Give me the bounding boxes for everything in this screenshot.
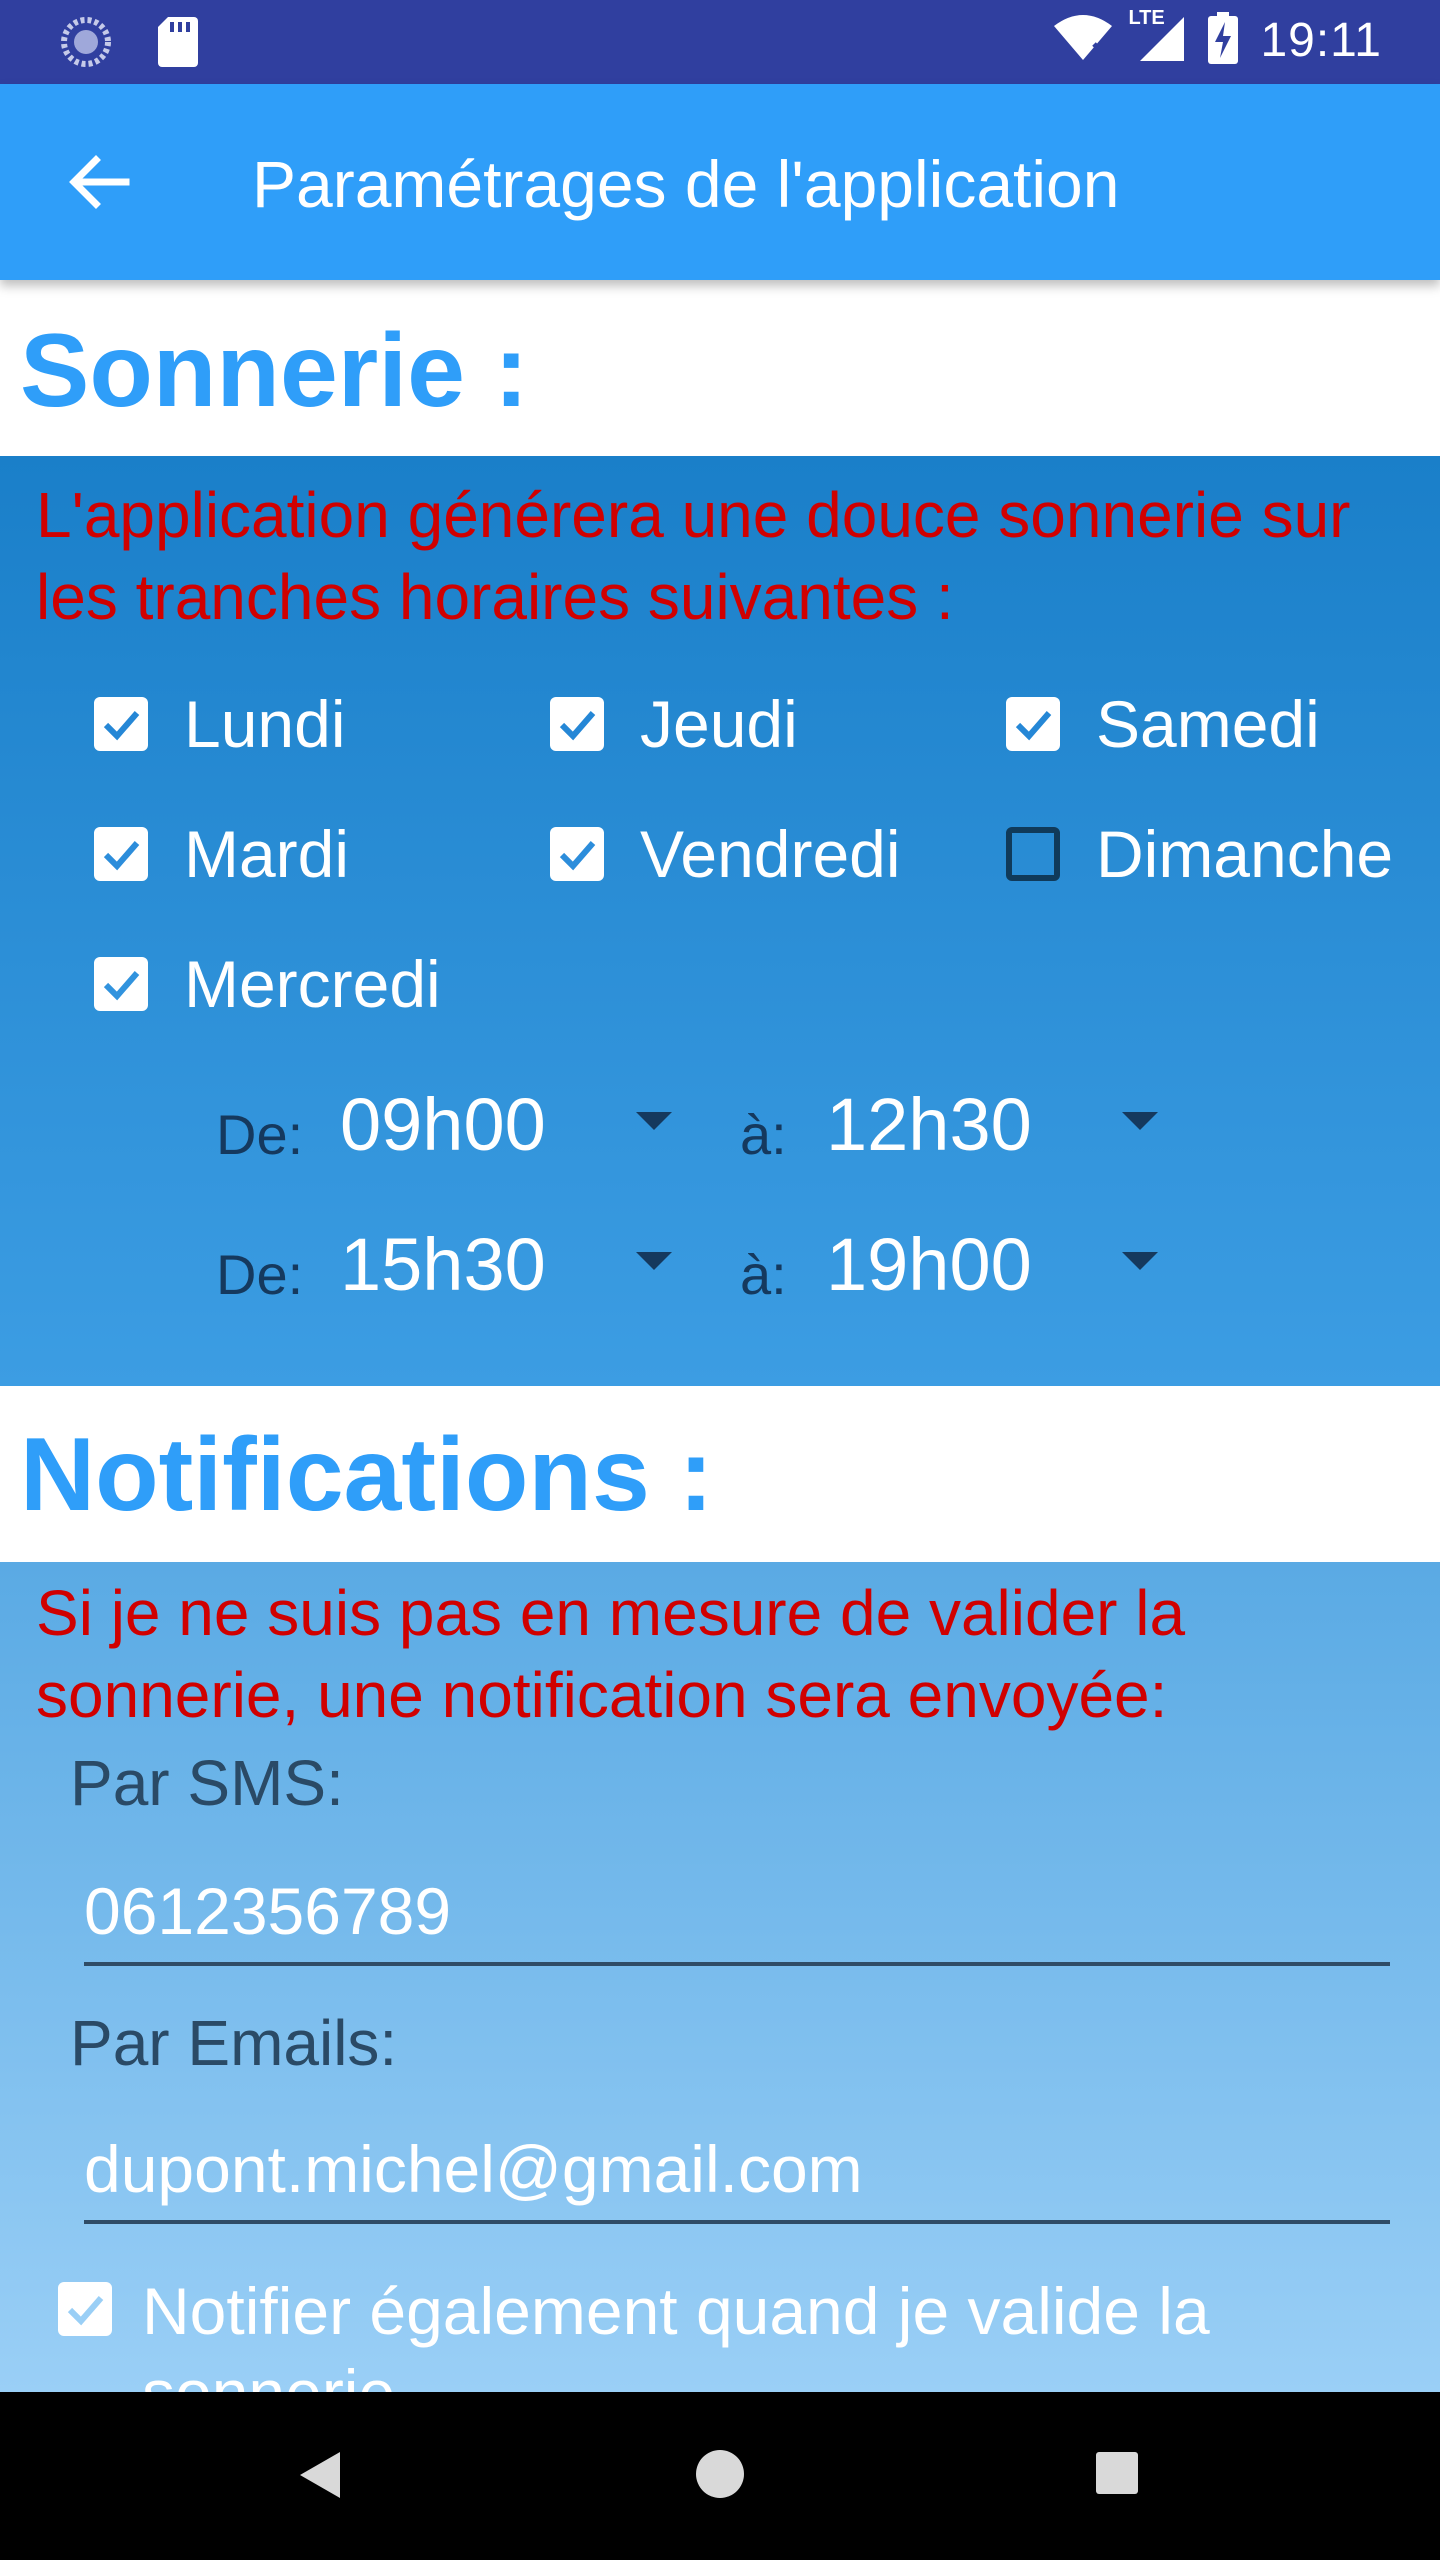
sonnerie-heading: Sonnerie : bbox=[20, 313, 529, 429]
arrow-back-icon bbox=[69, 155, 130, 209]
day-checkbox-vendredi[interactable]: Vendredi bbox=[550, 814, 901, 894]
checkbox-checked-icon[interactable] bbox=[94, 827, 148, 881]
wifi-icon bbox=[1052, 14, 1114, 67]
day-label: Jeudi bbox=[640, 687, 798, 761]
notifications-description: Si je ne suis pas en mesure de valider l… bbox=[36, 1577, 1186, 1731]
time-to-value[interactable]: 19h00 bbox=[826, 1222, 1032, 1307]
dropdown-arrow-icon[interactable] bbox=[1122, 1252, 1158, 1270]
sync-icon bbox=[60, 16, 112, 73]
nav-recents-icon[interactable] bbox=[1096, 2452, 1138, 2494]
notifications-heading: Notifications : bbox=[20, 1417, 714, 1533]
dropdown-arrow-icon[interactable] bbox=[636, 1112, 672, 1130]
time-to-value[interactable]: 12h30 bbox=[826, 1082, 1032, 1167]
day-checkbox-jeudi[interactable]: Jeudi bbox=[550, 684, 798, 764]
sd-card-icon bbox=[158, 17, 198, 72]
sms-input[interactable]: 0612356789 bbox=[84, 1866, 1390, 1966]
day-label: Dimanche bbox=[1096, 817, 1394, 891]
day-checkbox-mardi[interactable]: Mardi bbox=[94, 814, 349, 894]
page-title: Paramétrages de l'application bbox=[252, 147, 1120, 221]
time-from-value[interactable]: 09h00 bbox=[340, 1082, 546, 1167]
checkbox-checked-icon[interactable] bbox=[550, 697, 604, 751]
email-label: Par Emails: bbox=[70, 2007, 398, 2079]
day-checkbox-dimanche[interactable]: Dimanche bbox=[1006, 814, 1393, 894]
checkbox-checked-icon[interactable] bbox=[94, 697, 148, 751]
day-label: Vendredi bbox=[640, 817, 901, 891]
dropdown-arrow-icon[interactable] bbox=[1122, 1112, 1158, 1130]
time-slot-row: De: 09h00 à: 12h30 bbox=[0, 1068, 1440, 1178]
from-label: De: bbox=[216, 1103, 304, 1166]
network-type: LTE bbox=[1128, 7, 1165, 29]
dropdown-arrow-icon[interactable] bbox=[636, 1252, 672, 1270]
day-label: Mercredi bbox=[184, 947, 441, 1021]
time-from-value[interactable]: 15h30 bbox=[340, 1222, 546, 1307]
day-checkbox-mercredi[interactable]: Mercredi bbox=[94, 944, 441, 1024]
app-bar: Paramétrages de l'application bbox=[0, 84, 1440, 280]
signal-icon: LTE bbox=[1128, 7, 1186, 68]
system-nav-bar bbox=[0, 2392, 1440, 2560]
sonnerie-panel: L'application générera une douce sonneri… bbox=[0, 456, 1440, 1386]
battery-charging-icon bbox=[1208, 12, 1239, 69]
day-checkbox-lundi[interactable]: Lundi bbox=[94, 684, 346, 764]
nav-home-icon[interactable] bbox=[696, 2450, 744, 2498]
status-bar: LTE 19:11 bbox=[0, 0, 1440, 84]
from-label: De: bbox=[216, 1243, 304, 1306]
checkbox-checked-icon[interactable] bbox=[94, 957, 148, 1011]
day-label: Mardi bbox=[184, 817, 350, 891]
day-label: Lundi bbox=[184, 687, 346, 761]
to-label: à: bbox=[740, 1103, 787, 1166]
sms-label: Par SMS: bbox=[70, 1747, 344, 1819]
time-slot-row: De: 15h30 à: 19h00 bbox=[0, 1208, 1440, 1318]
nav-back-icon[interactable] bbox=[298, 2450, 342, 2505]
checkbox-unchecked-icon[interactable] bbox=[1006, 827, 1060, 881]
notifications-panel: Si je ne suis pas en mesure de valider l… bbox=[0, 1562, 1440, 2392]
day-label: Samedi bbox=[1096, 687, 1320, 761]
day-checkbox-samedi[interactable]: Samedi bbox=[1006, 684, 1320, 764]
checkbox-checked-icon[interactable] bbox=[58, 2282, 112, 2336]
email-input[interactable]: dupont.michel@gmail.com bbox=[84, 2124, 1390, 2224]
clock: 19:11 bbox=[1260, 14, 1382, 67]
checkbox-checked-icon[interactable] bbox=[1006, 697, 1060, 751]
checkbox-checked-icon[interactable] bbox=[550, 827, 604, 881]
to-label: à: bbox=[740, 1243, 787, 1306]
sonnerie-description: L'application générera une douce sonneri… bbox=[36, 479, 1351, 633]
back-button[interactable] bbox=[60, 142, 140, 222]
